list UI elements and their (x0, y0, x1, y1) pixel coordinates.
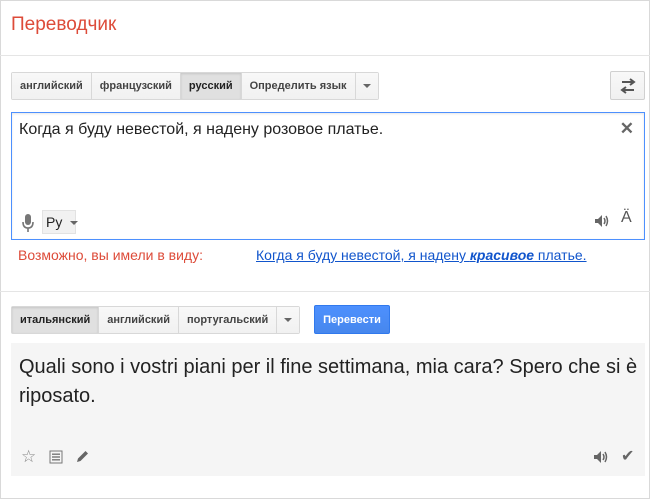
chevron-down-icon[interactable] (70, 221, 78, 225)
target-lang-english-button[interactable]: английский (99, 307, 179, 333)
header-divider (0, 55, 650, 56)
source-lang-dropdown-button[interactable] (355, 73, 378, 99)
suggestion-link-start: Когда я буду невестой, я надену (256, 247, 470, 263)
list-icon[interactable] (49, 450, 63, 464)
detect-language-button[interactable]: Определить язык (241, 73, 356, 99)
suggestion-link[interactable]: Когда я буду невестой, я надену красивое… (256, 245, 626, 266)
suggestion-link-emphasis: красивое (469, 247, 535, 263)
swap-languages-button[interactable] (610, 71, 645, 100)
font-icon[interactable]: Ä (621, 209, 632, 227)
chevron-down-icon (284, 318, 293, 322)
microphone-icon[interactable] (21, 213, 35, 233)
source-lang-french-button[interactable]: французский (91, 73, 181, 99)
keyboard-language-label: Ру (46, 214, 63, 230)
chevron-down-icon (362, 84, 371, 88)
target-lang-italian-button[interactable]: итальянский (12, 307, 100, 333)
section-divider (0, 291, 650, 292)
source-language-bar: английский французский русский Определит… (11, 72, 379, 100)
suggestion-link-end: платье. (534, 247, 587, 263)
source-text[interactable]: Когда я буду невестой, я надену розовое … (19, 121, 383, 139)
star-icon[interactable]: ☆ (21, 447, 36, 467)
target-lang-portuguese-button[interactable]: португальский (178, 307, 278, 333)
translation-result-area: Quali sono i vostri piani per il fine se… (11, 343, 645, 476)
source-lang-english-button[interactable]: английский (12, 73, 92, 99)
speaker-icon[interactable] (593, 450, 609, 464)
target-lang-dropdown-button[interactable] (277, 307, 300, 333)
page-title: Переводчик (11, 14, 117, 35)
source-text-area[interactable]: Когда я буду невестой, я надену розовое … (11, 112, 645, 240)
source-lang-russian-button[interactable]: русский (180, 73, 242, 99)
pencil-icon[interactable] (75, 449, 90, 464)
translation-result-text: Quali sono i vostri piani per il fine se… (19, 356, 638, 407)
target-language-bar: итальянский английский португальский (11, 306, 301, 334)
translate-button[interactable]: Перевести (314, 305, 390, 334)
swap-icon (619, 77, 636, 94)
close-icon[interactable]: ✕ (620, 119, 634, 139)
suggestion-prefix: Возможно, вы имели в виду: (18, 247, 203, 263)
check-icon[interactable]: ✔ (621, 446, 634, 466)
speaker-icon[interactable] (594, 214, 610, 228)
